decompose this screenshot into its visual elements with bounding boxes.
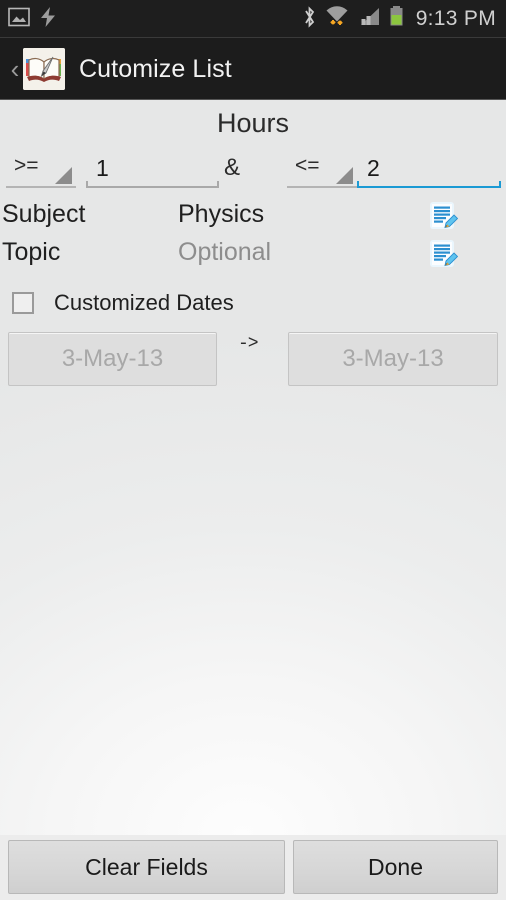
subject-value: Physics — [178, 200, 265, 228]
form-content: Hours >= 1 & <= 2 Subject Physics Topic … — [0, 100, 506, 835]
max-hours-value: 2 — [367, 155, 380, 181]
customized-dates-checkbox[interactable] — [12, 292, 34, 314]
date-from-button[interactable]: 3-May-13 — [8, 332, 217, 386]
wifi-icon — [324, 5, 350, 34]
customized-dates-row[interactable]: Customized Dates — [0, 286, 506, 320]
max-operator-spinner[interactable]: <= — [287, 148, 357, 188]
topic-label: Topic — [2, 238, 61, 266]
note-edit-icon[interactable] — [428, 201, 459, 231]
cellular-signal-icon — [357, 6, 381, 33]
hours-condition-row: >= 1 & <= 2 — [0, 148, 506, 188]
note-edit-icon[interactable] — [428, 239, 459, 269]
back-chevron-icon[interactable]: ‹ — [6, 56, 24, 82]
action-bar: ‹ Cutomize List — [0, 38, 506, 100]
image-icon — [8, 6, 30, 33]
status-bar-right-icons: 9:13 PM — [302, 5, 496, 34]
subject-row[interactable]: Subject Physics — [0, 200, 506, 238]
status-bar-clock: 9:13 PM — [415, 7, 496, 30]
max-operator-value: <= — [295, 154, 320, 177]
charging-bolt-icon — [39, 6, 57, 33]
min-hours-underline — [86, 181, 219, 188]
chevron-down-icon — [336, 167, 353, 184]
customized-dates-label: Customized Dates — [54, 290, 234, 315]
done-button[interactable]: Done — [293, 840, 498, 894]
max-hours-input[interactable]: 2 — [357, 148, 501, 188]
clear-fields-button[interactable]: Clear Fields — [8, 840, 285, 894]
chevron-down-icon — [55, 167, 72, 184]
battery-icon — [388, 5, 405, 33]
bottom-button-bar: Clear Fields Done — [0, 835, 506, 900]
app-screen: 9:13 PM ‹ Cutomize List Hours >= 1 & <= … — [0, 0, 506, 900]
min-hours-value: 1 — [96, 155, 109, 181]
topic-placeholder: Optional — [178, 238, 272, 266]
date-range-arrow: -> — [238, 334, 259, 354]
min-hours-input[interactable]: 1 — [86, 148, 219, 188]
topic-row[interactable]: Topic Optional — [0, 238, 506, 276]
hours-section-title: Hours — [216, 108, 290, 138]
page-title: Cutomize List — [79, 54, 232, 83]
min-operator-value: >= — [14, 154, 39, 177]
conjunction-label: & — [224, 154, 241, 181]
min-operator-spinner[interactable]: >= — [6, 148, 76, 188]
max-hours-underline-focused — [357, 181, 501, 188]
status-bar-left-icons — [8, 6, 57, 33]
date-range-row: 3-May-13 -> 3-May-13 — [0, 332, 506, 388]
book-quill-icon[interactable] — [23, 48, 65, 90]
date-to-button[interactable]: 3-May-13 — [288, 332, 498, 386]
subject-label: Subject — [2, 200, 86, 228]
bluetooth-icon — [302, 5, 317, 34]
status-bar: 9:13 PM — [0, 0, 506, 38]
